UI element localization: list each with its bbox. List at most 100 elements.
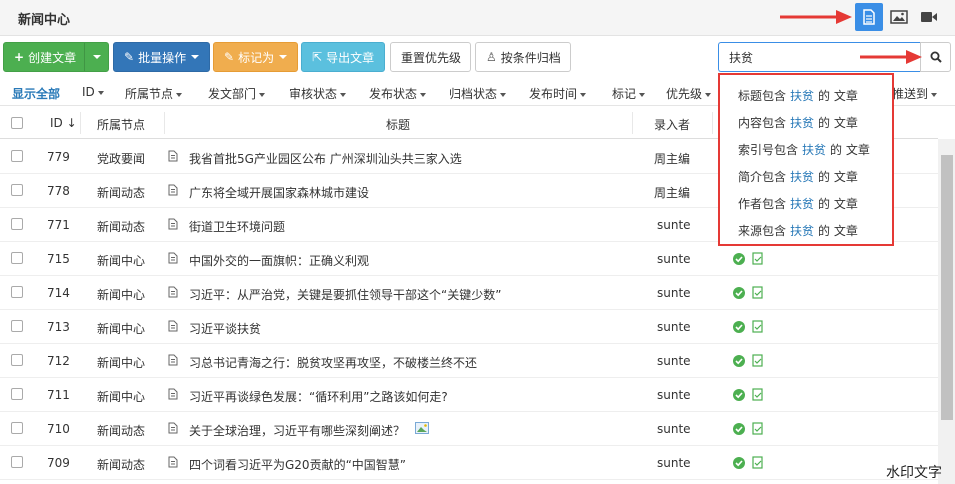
search-button[interactable] [920, 42, 951, 72]
row-checkbox[interactable] [11, 354, 23, 366]
mark-as-label: 标记为 [238, 50, 275, 65]
archive-by-condition-button[interactable]: ♙ 按条件归档 [475, 42, 571, 72]
row-checkbox[interactable] [11, 388, 23, 400]
filter-publish-time[interactable]: 发布时间 [529, 85, 587, 102]
search-suggestion-item[interactable]: 标题包含 扶贫的 文章 [738, 87, 858, 104]
review-icon [752, 422, 763, 435]
review-icon [752, 252, 763, 265]
filter-id[interactable]: ID [82, 85, 104, 99]
row-title[interactable]: 习近平谈扶贫 [189, 320, 261, 337]
row-node: 党政要闻 [97, 152, 146, 166]
column-header-id[interactable]: ID ↓ [50, 116, 77, 130]
share-icon: ⇱ [312, 50, 323, 64]
search-suggestion-item[interactable]: 来源包含 扶贫的 文章 [738, 222, 858, 239]
row-author: sunte [657, 218, 691, 232]
row-title[interactable]: 中国外交的一面旗帜：正确义利观 [189, 252, 369, 269]
row-title[interactable]: 习总书记青海之行：脱贫攻坚再攻坚，不破楼兰终不还 [189, 354, 477, 371]
row-node: 新闻中心 [97, 322, 146, 336]
view-document-button[interactable] [855, 3, 883, 31]
document-icon [168, 388, 178, 400]
row-checkbox[interactable] [11, 184, 23, 196]
table-row[interactable]: 709 新闻动态 四个词看习近平为G20贡献的“中国智慧” sunte [0, 446, 938, 480]
search-suggestion-item[interactable]: 索引号包含 扶贫的 文章 [738, 141, 870, 158]
row-title[interactable]: 街道卫生环境问题 [189, 218, 285, 235]
row-id: 771 [47, 218, 70, 232]
table-row[interactable]: 712 新闻中心 习总书记青海之行：脱贫攻坚再攻坚，不破楼兰终不还 sunte [0, 344, 938, 378]
reset-priority-button[interactable]: 重置优先级 [390, 42, 471, 72]
check-circle-icon [733, 389, 745, 401]
row-title[interactable]: 我省首批5G产业园区公布 广州深圳汕头共三家入选 [189, 150, 462, 167]
row-title[interactable]: 关于全球治理，习近平有哪些深刻阐述？ [189, 422, 405, 439]
table-row[interactable]: 714 新闻中心 习近平：从严治党，关键是要抓住领导干部这个“关键少数” sunte [0, 276, 938, 310]
row-checkbox[interactable] [11, 456, 23, 468]
document-icon [168, 354, 178, 366]
search-suggestion-item[interactable]: 作者包含 扶贫的 文章 [738, 195, 858, 212]
annotation-arrow-icon [860, 50, 922, 64]
filter-priority[interactable]: 优先级 [666, 85, 712, 102]
view-video-button[interactable] [915, 3, 943, 31]
row-author: 周主编 [654, 186, 691, 200]
filter-node[interactable]: 所属节点 [125, 85, 183, 102]
row-title[interactable]: 广东将全域开展国家森林城市建设 [189, 184, 369, 201]
table-row[interactable]: 711 新闻中心 习近平再谈绿色发展：“循环利用”之路该如何走? sunte [0, 378, 938, 412]
row-node: 新闻中心 [97, 254, 146, 268]
watermark-text: 水印文字 [886, 465, 942, 481]
row-node: 新闻动态 [97, 220, 146, 234]
row-id: 711 [47, 388, 70, 402]
check-circle-icon [733, 423, 745, 435]
create-article-dropdown-toggle[interactable] [84, 43, 108, 71]
batch-operation-button[interactable]: ✎ 批量操作 [113, 42, 210, 72]
search-suggestion-dropdown: 标题包含 扶贫的 文章 内容包含 扶贫的 文章 索引号包含 扶贫的 文章 简介包含 扶贫的 文… [718, 73, 894, 246]
row-author: sunte [657, 354, 691, 368]
filter-publish-status[interactable]: 发布状态 [369, 85, 427, 102]
filter-review-status[interactable]: 审核状态 [289, 85, 347, 102]
row-title[interactable]: 习近平：从严治党，关键是要抓住领导干部这个“关键少数” [189, 286, 501, 303]
column-header-node: 所属节点 [97, 118, 146, 132]
row-author: sunte [657, 388, 691, 402]
page-header: 新闻中心 [0, 0, 955, 36]
document-icon [168, 456, 178, 468]
table-row[interactable]: 715 新闻中心 中国外交的一面旗帜：正确义利观 sunte [0, 242, 938, 276]
sort-down-icon: ↓ [66, 116, 77, 130]
document-icon [168, 218, 178, 230]
row-author: sunte [657, 286, 691, 300]
filter-show-all[interactable]: 显示全部 [12, 85, 60, 102]
search-suggestion-item[interactable]: 简介包含 扶贫的 文章 [738, 168, 858, 185]
row-title[interactable]: 四个词看习近平为G20贡献的“中国智慧” [189, 456, 406, 473]
table-row[interactable]: 710 新闻动态 关于全球治理，习近平有哪些深刻阐述？ sunte [0, 412, 938, 446]
row-checkbox[interactable] [11, 286, 23, 298]
select-all-checkbox[interactable] [11, 117, 23, 129]
table-row[interactable]: 713 新闻中心 习近平谈扶贫 sunte [0, 310, 938, 344]
export-article-button[interactable]: ⇱ 导出文章 [301, 42, 385, 72]
scrollbar-thumb[interactable] [941, 155, 953, 420]
video-icon [921, 12, 937, 22]
mark-as-button[interactable]: ✎ 标记为 [213, 42, 298, 72]
row-author: sunte [657, 252, 691, 266]
row-checkbox[interactable] [11, 320, 23, 332]
review-icon [752, 354, 763, 367]
archive-by-condition-label: 按条件归档 [500, 50, 561, 65]
review-icon [752, 456, 763, 469]
row-checkbox[interactable] [11, 422, 23, 434]
row-id: 712 [47, 354, 70, 368]
filter-archive-status[interactable]: 归档状态 [449, 85, 507, 102]
row-checkbox[interactable] [11, 218, 23, 230]
check-circle-icon [733, 457, 745, 469]
filter-department[interactable]: 发文部门 [208, 85, 266, 102]
column-header-author: 录入者 [654, 118, 691, 132]
view-image-button[interactable] [885, 3, 913, 31]
document-icon [168, 422, 178, 434]
row-node: 新闻中心 [97, 356, 146, 370]
row-checkbox[interactable] [11, 252, 23, 264]
tag-icon: ✎ [224, 50, 235, 64]
filter-push-to[interactable]: 推送到 [892, 85, 938, 102]
filter-mark[interactable]: 标记 [612, 85, 646, 102]
row-id: 709 [47, 456, 70, 470]
row-checkbox[interactable] [11, 150, 23, 162]
row-author: sunte [657, 456, 691, 470]
row-title[interactable]: 习近平再谈绿色发展：“循环利用”之路该如何走? [189, 388, 448, 405]
create-article-button[interactable]: + 创建文章 [3, 42, 109, 72]
row-id: 710 [47, 422, 70, 436]
search-suggestion-item[interactable]: 内容包含 扶贫的 文章 [738, 114, 858, 131]
plus-icon: + [14, 50, 25, 64]
